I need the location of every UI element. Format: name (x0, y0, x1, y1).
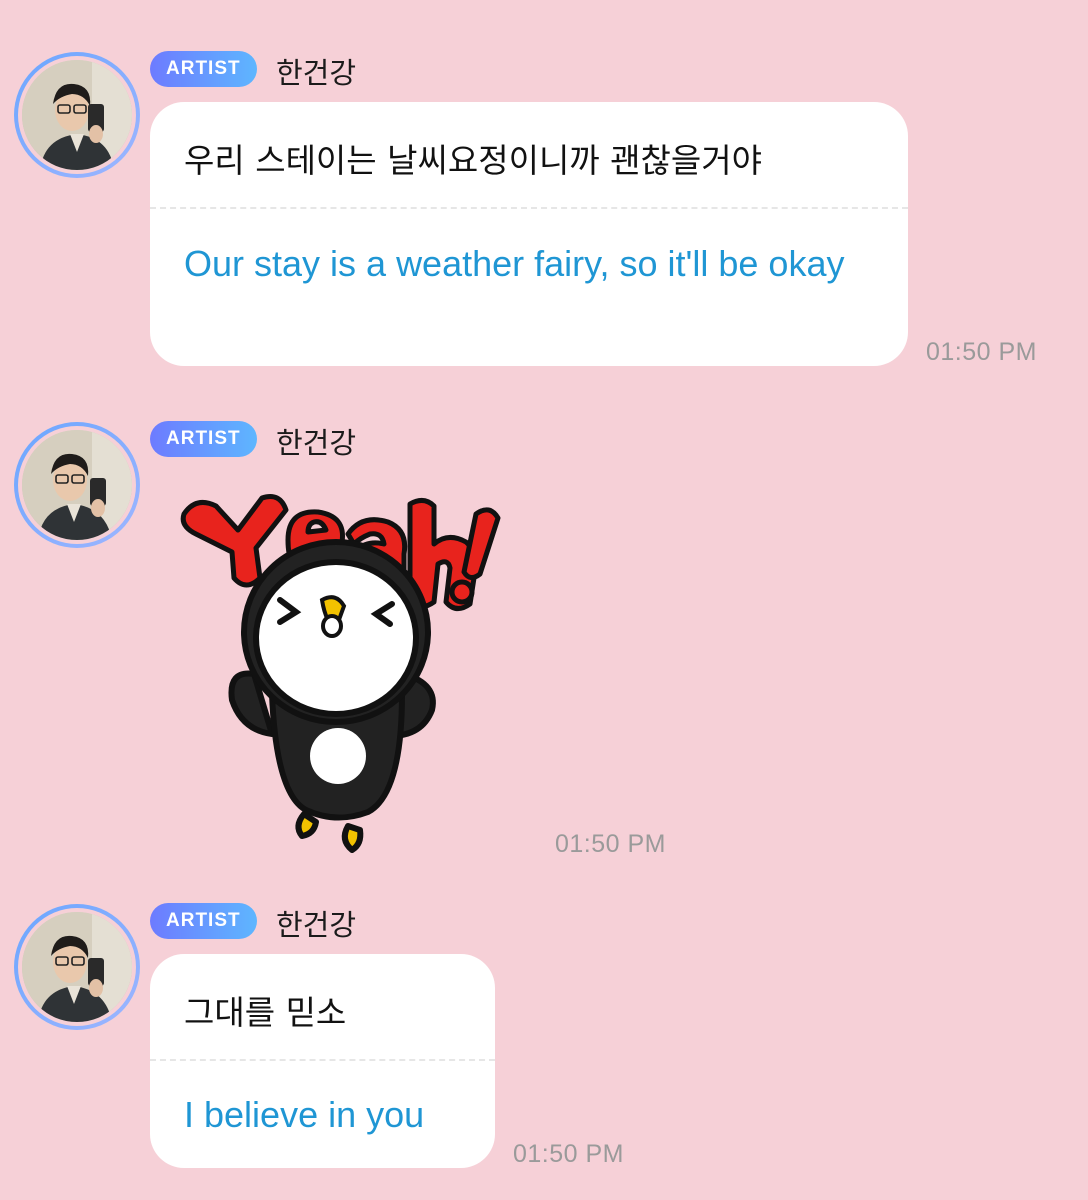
avatar-photo (22, 912, 132, 1022)
artist-badge: ARTIST (150, 51, 257, 87)
message-bubble[interactable]: 우리 스테이는 날씨요정이니까 괜찮을거야 Our stay is a weat… (150, 102, 908, 366)
penguin-yeah-sticker[interactable] (176, 474, 506, 868)
sender-name: 한건강 (276, 56, 357, 90)
avatar-photo (22, 430, 132, 540)
message-timestamp: 01:50 PM (926, 338, 1038, 366)
original-text: 우리 스테이는 날씨요정이니까 괜찮을거야 (184, 141, 762, 180)
translated-text: Our stay is a weather fairy, so it'll be… (184, 243, 845, 284)
original-text: 그대를 믿소 (184, 993, 347, 1032)
message-timestamp: 01:50 PM (555, 830, 667, 858)
message-timestamp: 01:50 PM (513, 1140, 625, 1168)
avatar-photo (22, 60, 132, 170)
translated-text: I believe in you (184, 1094, 425, 1135)
avatar[interactable] (14, 422, 140, 548)
artist-badge: ARTIST (150, 903, 257, 939)
message-bubble[interactable]: 그대를 믿소 I believe in you (150, 954, 495, 1168)
translation-divider (150, 207, 908, 209)
sender-name: 한건강 (276, 908, 357, 942)
avatar[interactable] (14, 904, 140, 1030)
sender-name: 한건강 (276, 426, 357, 460)
avatar[interactable] (14, 52, 140, 178)
translation-divider (150, 1059, 495, 1061)
artist-badge: ARTIST (150, 421, 257, 457)
